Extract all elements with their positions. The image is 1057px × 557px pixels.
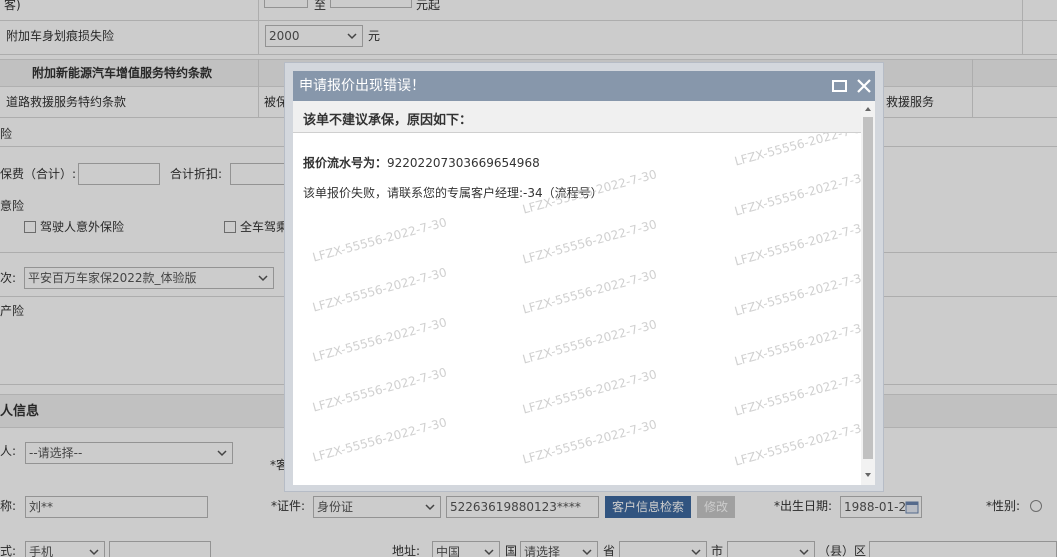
- watermark: LFZX-55556-2022-7-30: [311, 215, 449, 265]
- watermark: LFZX-55556-2022-7-30: [733, 419, 861, 469]
- serial-line: 报价流水号为：92202207303669654968: [303, 155, 540, 171]
- scroll-thumb[interactable]: [863, 117, 873, 459]
- watermark: LFZX-55556-2022-7-30: [733, 169, 861, 219]
- watermark: LFZX-55556-2022-7-30: [521, 217, 659, 267]
- scroll-down-icon[interactable]: [864, 471, 872, 479]
- maximize-icon[interactable]: [831, 77, 849, 95]
- watermark: LFZX-55556-2022-7-30: [733, 269, 861, 319]
- dialog-inner: 申请报价出现错误！ 该单不建议承保，原因如下： 报价流水号为：922022073…: [293, 71, 875, 485]
- dialog-titlebar[interactable]: 申请报价出现错误！: [293, 71, 875, 101]
- watermark: LFZX-55556-2022-7-30: [733, 319, 861, 369]
- close-icon[interactable]: [855, 77, 873, 95]
- scroll-up-icon[interactable]: [864, 105, 872, 113]
- serial-value: 92202207303669654968: [387, 156, 540, 170]
- watermark: LFZX-55556-2022-7-30: [733, 133, 861, 169]
- error-dialog: 申请报价出现错误！ 该单不建议承保，原因如下： 报价流水号为：922022073…: [284, 62, 884, 492]
- dialog-subheader: 该单不建议承保，原因如下：: [293, 101, 861, 133]
- watermark: LFZX-55556-2022-7-30: [311, 315, 449, 365]
- serial-label: 报价流水号为：: [303, 156, 388, 170]
- watermark: LFZX-55556-2022-7-30: [311, 415, 449, 465]
- watermark: LFZX-55556-2022-7-30: [521, 267, 659, 317]
- dialog-title: 申请报价出现错误！: [299, 78, 425, 94]
- watermark: LFZX-55556-2022-7-30: [311, 365, 449, 415]
- dialog-subheader-text: 该单不建议承保，原因如下：: [303, 113, 473, 128]
- watermark: LFZX-55556-2022-7-30: [311, 265, 449, 315]
- watermark: LFZX-55556-2022-7-30: [521, 317, 659, 367]
- watermark: LFZX-55556-2022-7-30: [733, 369, 861, 419]
- dialog-body: 报价流水号为：92202207303669654968 该单报价失败，请联系您的…: [293, 133, 861, 485]
- watermark: LFZX-55556-2022-7-30: [733, 219, 861, 269]
- watermark: LFZX-55556-2022-7-30: [521, 417, 659, 467]
- watermark: LFZX-55556-2022-7-30: [521, 367, 659, 417]
- dialog-scrollbar[interactable]: [861, 101, 875, 485]
